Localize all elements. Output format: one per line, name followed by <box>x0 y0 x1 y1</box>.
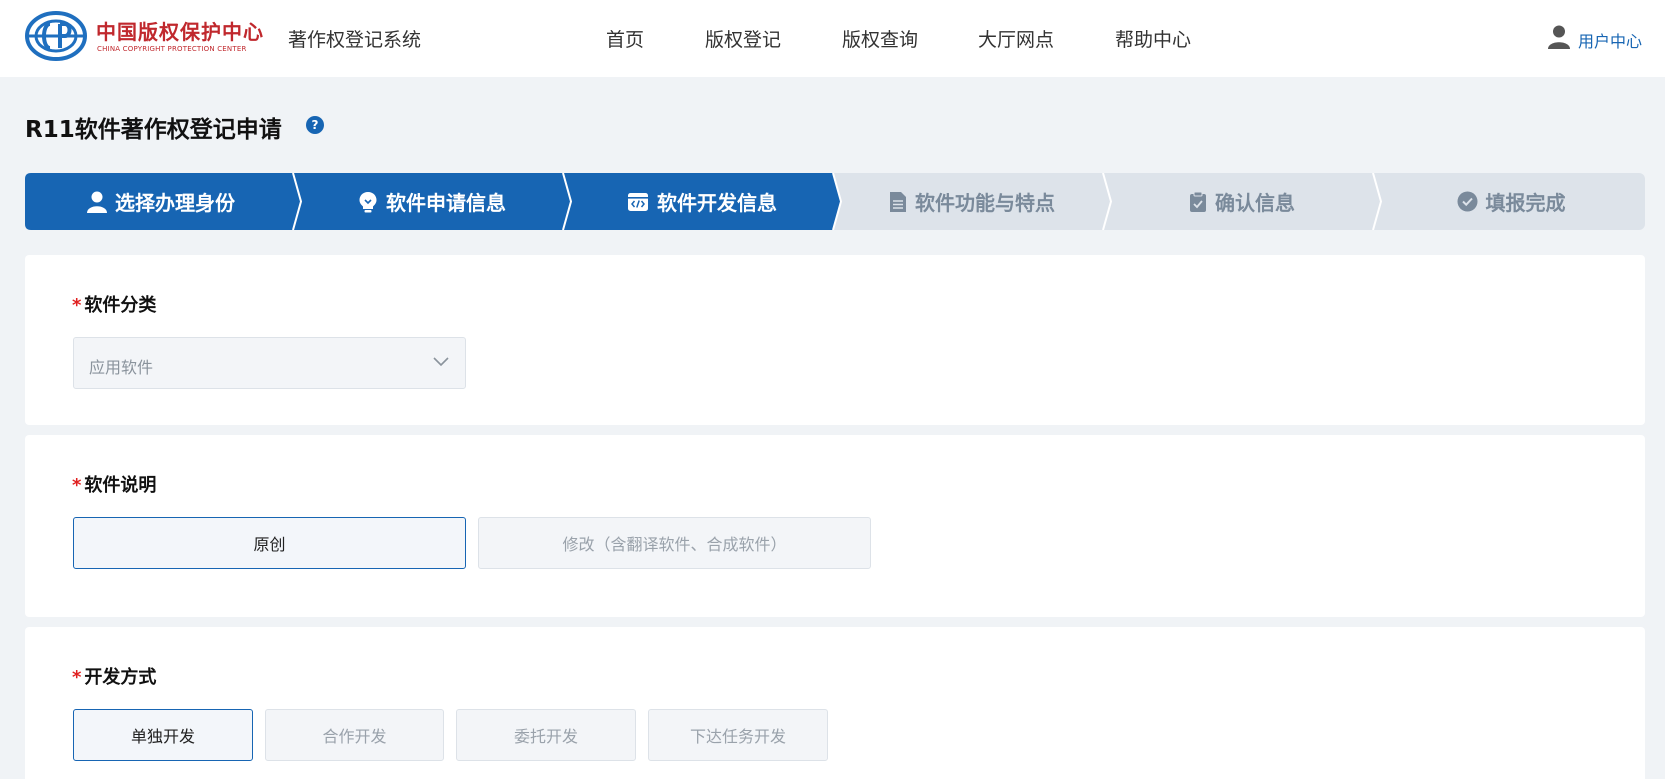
bulb-icon <box>359 191 377 212</box>
dev-option-commissioned[interactable]: 委托开发 <box>456 709 636 761</box>
description-label: * 软件说明 <box>72 471 156 497</box>
nav-service-halls[interactable]: 大厅网点 <box>978 25 1054 52</box>
dev-method-label: * 开发方式 <box>72 663 156 689</box>
category-label-text: 软件分类 <box>84 295 157 316</box>
nav-copyright-query[interactable]: 版权查询 <box>842 25 918 52</box>
cpcc-logo-icon[interactable] <box>24 10 88 62</box>
description-label-text: 软件说明 <box>84 475 157 496</box>
nav-copyright-registration[interactable]: 版权登记 <box>705 25 781 52</box>
user-center-link[interactable]: 用户中心 <box>1548 22 1642 52</box>
nav-home[interactable]: 首页 <box>606 25 644 52</box>
dev-option-assigned-task[interactable]: 下达任务开发 <box>648 709 828 761</box>
dev-option-cooperative[interactable]: 合作开发 <box>265 709 444 761</box>
dev-option-independent[interactable]: 单独开发 <box>73 709 253 761</box>
step-label: 软件开发信息 <box>657 191 777 215</box>
dev-method-card: * 开发方式 单独开发 合作开发 委托开发 下达任务开发 <box>25 627 1645 779</box>
step-development-info[interactable]: 软件开发信息 <box>567 173 837 230</box>
category-select-value: 应用软件 <box>89 358 154 377</box>
code-window-icon <box>628 192 648 211</box>
step-label: 填报完成 <box>1485 191 1566 215</box>
top-header: 中国版权保护中心 CHINA COPYRIGHT PROTECTION CENT… <box>0 0 1665 77</box>
user-icon <box>87 191 107 213</box>
help-icon[interactable]: ? <box>306 116 324 134</box>
step-label: 选择办理身份 <box>115 191 235 215</box>
nav-help-center[interactable]: 帮助中心 <box>1115 25 1191 52</box>
description-card: * 软件说明 原创 修改（含翻译软件、合成软件） <box>25 435 1645 617</box>
step-confirm-info[interactable]: 确认信息 <box>1107 173 1377 230</box>
required-mark: * <box>72 475 82 496</box>
user-icon <box>1548 25 1570 49</box>
category-select[interactable]: 应用软件 <box>73 337 466 389</box>
step-select-identity[interactable]: 选择办理身份 <box>25 173 297 230</box>
system-name: 著作权登记系统 <box>288 29 422 51</box>
required-mark: * <box>72 295 82 316</box>
logo-english-name: CHINA COPYRIGHT PROTECTION CENTER <box>97 45 247 53</box>
step-complete[interactable]: 填报完成 <box>1377 173 1645 230</box>
description-option-modified[interactable]: 修改（含翻译软件、合成软件） <box>478 517 871 569</box>
dev-method-label-text: 开发方式 <box>84 667 157 688</box>
category-label: * 软件分类 <box>72 291 156 317</box>
step-application-info[interactable]: 软件申请信息 <box>297 173 567 230</box>
page-title: R11软件著作权登记申请 <box>25 117 282 143</box>
progress-steps: 选择办理身份 软件申请信息 软件开发信息 软件功能与特点 确认信息 填报完成 <box>25 173 1645 230</box>
step-label: 软件申请信息 <box>386 191 506 215</box>
logo-chinese-name: 中国版权保护中心 <box>96 20 264 44</box>
step-label: 软件功能与特点 <box>915 191 1055 215</box>
document-icon <box>890 191 906 212</box>
required-mark: * <box>72 667 82 688</box>
chevron-down-icon <box>433 357 449 367</box>
step-label: 确认信息 <box>1215 191 1295 215</box>
check-circle-icon <box>1457 191 1477 212</box>
category-card: * 软件分类 应用软件 <box>25 255 1645 425</box>
user-center-label: 用户中心 <box>1578 32 1643 51</box>
step-features[interactable]: 软件功能与特点 <box>837 173 1107 230</box>
description-option-original[interactable]: 原创 <box>73 517 466 569</box>
clipboard-check-icon <box>1190 191 1206 212</box>
